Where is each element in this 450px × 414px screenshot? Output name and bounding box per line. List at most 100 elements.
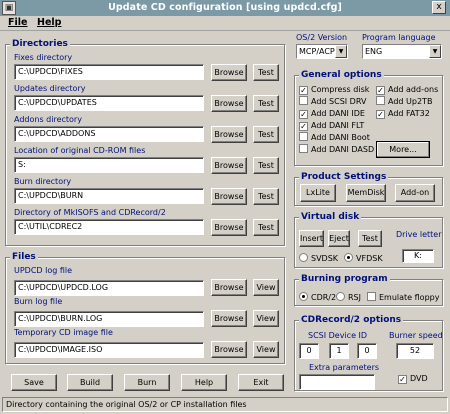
radio-dot	[299, 253, 308, 262]
checkbox-box: ✓	[376, 110, 385, 119]
eject-button[interactable]: Eject	[328, 230, 350, 247]
dir-path-field[interactable]: S:	[14, 157, 204, 173]
checkbox-label: Add FAT32	[388, 109, 430, 118]
vfdsk-label: VFDSK	[356, 254, 383, 263]
general-option-checkbox[interactable]: Add SCSI DRV	[299, 96, 366, 107]
checkbox-box	[299, 144, 308, 153]
checkbox-box	[367, 292, 376, 301]
scsi-bus-field[interactable]: 0	[299, 343, 319, 359]
cdr2-radio[interactable]: CDR/2	[299, 292, 336, 303]
file-path-field[interactable]: C:\UPDCD\IMAGE.ISO	[14, 342, 204, 358]
file-label: Burn log file	[14, 297, 63, 306]
test-button[interactable]: Test	[253, 126, 279, 143]
close-button[interactable]: x	[432, 1, 446, 14]
general-option-checkbox[interactable]: ✓ Add DANI FLT	[299, 120, 364, 131]
lxlite-button[interactable]: LxLite	[300, 184, 336, 202]
general-option-checkbox[interactable]: ✓ Add DANI IDE	[299, 108, 365, 119]
chevron-down-icon[interactable]: ▼	[429, 45, 441, 58]
checkbox-label: Compress disk	[311, 85, 370, 94]
vdisk-test-button[interactable]: Test	[358, 230, 382, 247]
scsi-target-field[interactable]: 1	[329, 343, 349, 359]
general-option-checkbox[interactable]: ✓ Add FAT32	[376, 108, 430, 119]
title-bar[interactable]: ▣ Update CD configuration [using updcd.c…	[0, 0, 450, 16]
vfdsk-radio[interactable]: VFDSK	[344, 253, 383, 264]
view-button[interactable]: View	[253, 341, 279, 358]
save-button[interactable]: Save	[11, 374, 57, 391]
os2-version-select[interactable]: MCP/ACP ▼	[296, 44, 348, 59]
checkbox-box: ✓	[299, 110, 308, 119]
general-option-checkbox[interactable]: Add DANI Boot	[299, 132, 370, 143]
dir-path-field[interactable]: C:\UPDCD\UPDATES	[14, 95, 204, 111]
dvd-checkbox[interactable]: ✓ DVD	[398, 373, 428, 384]
burner-speed-field[interactable]: 52	[396, 343, 434, 359]
exit-button[interactable]: Exit	[238, 374, 284, 391]
file-label: UPDCD log file	[14, 266, 73, 275]
dir-label: Addons directory	[14, 115, 82, 124]
checkbox-box: ✓	[299, 86, 308, 95]
browse-button[interactable]: Browse	[211, 64, 247, 81]
drive-letter-field[interactable]: K:	[402, 249, 434, 263]
os2-version-label: OS/2 Version	[296, 33, 348, 42]
directories-title: Directories	[10, 39, 70, 49]
help-button[interactable]: Help	[181, 374, 227, 391]
radio-dot	[336, 292, 345, 301]
browse-button[interactable]: Browse	[211, 126, 247, 143]
cdr2-label: CDR/2	[311, 293, 337, 302]
checkbox-box: ✓	[398, 375, 407, 384]
browse-button[interactable]: Browse	[211, 310, 247, 327]
browse-button[interactable]: Browse	[211, 157, 247, 174]
scsi-lun-field[interactable]: 0	[357, 343, 377, 359]
config-window: ▣ Update CD configuration [using updcd.c…	[0, 0, 450, 414]
test-button[interactable]: Test	[253, 64, 279, 81]
general-option-checkbox[interactable]: Add DANI DASD	[299, 144, 374, 155]
files-title: Files	[10, 252, 38, 262]
build-button[interactable]: Build	[67, 374, 113, 391]
file-path-field[interactable]: C:\UPDCD\BURN.LOG	[14, 311, 204, 327]
dir-path-field[interactable]: C:\UTIL\CDREC2	[14, 219, 204, 235]
browse-button[interactable]: Browse	[211, 188, 247, 205]
browse-button[interactable]: Browse	[211, 95, 247, 112]
more-options-button[interactable]: More...	[376, 141, 430, 158]
emulate-floppy-checkbox[interactable]: Emulate floppy	[367, 292, 439, 303]
cdrecord-options-title: CDRecord/2 options	[299, 315, 404, 325]
menu-help[interactable]: Help	[37, 17, 61, 28]
burning-program-title: Burning program	[299, 274, 390, 284]
dir-path-field[interactable]: C:\UPDCD\ADDONS	[14, 126, 204, 142]
menu-bar: File Help	[0, 16, 450, 31]
chevron-down-icon[interactable]: ▼	[335, 45, 347, 58]
browse-button[interactable]: Browse	[211, 219, 247, 236]
memdisk-button[interactable]: MemDisk	[346, 184, 386, 202]
checkbox-box: ✓	[299, 122, 308, 131]
dir-path-field[interactable]: C:\UPDCD\FIXES	[14, 64, 204, 80]
checkbox-label: Add SCSI DRV	[311, 97, 367, 106]
insert-button[interactable]: Insert	[299, 230, 324, 247]
os2-version-value: MCP/ACP	[299, 47, 335, 56]
addon-button[interactable]: Add-on	[395, 184, 435, 202]
dir-path-field[interactable]: C:\UPDCD\BURN	[14, 188, 204, 204]
menu-file[interactable]: File	[8, 17, 27, 28]
general-option-checkbox[interactable]: Add Up2TB	[376, 96, 432, 107]
browse-button[interactable]: Browse	[211, 279, 247, 296]
checkbox-label: Add DANI FLT	[311, 121, 365, 130]
test-button[interactable]: Test	[253, 219, 279, 236]
test-button[interactable]: Test	[253, 188, 279, 205]
rsj-radio[interactable]: RSJ	[336, 292, 361, 303]
checkbox-label: Add Up2TB	[388, 97, 433, 106]
window-title: Update CD configuration [using updcd.cfg…	[108, 2, 342, 13]
view-button[interactable]: View	[253, 310, 279, 327]
status-bar: Directory containing the original OS/2 o…	[2, 397, 448, 412]
extra-parameters-field[interactable]	[299, 374, 375, 390]
view-button[interactable]: View	[253, 279, 279, 296]
radio-dot	[299, 292, 308, 301]
test-button[interactable]: Test	[253, 95, 279, 112]
test-button[interactable]: Test	[253, 157, 279, 174]
general-option-checkbox[interactable]: ✓ Add add-ons	[376, 84, 438, 95]
file-path-field[interactable]: C:\UPDCD\UPDCD.LOG	[14, 280, 204, 296]
burn-button[interactable]: Burn	[124, 374, 170, 391]
svdsk-radio[interactable]: SVDSK	[299, 253, 338, 264]
svdsk-label: SVDSK	[311, 254, 339, 263]
language-select[interactable]: ENG ▼	[362, 44, 442, 59]
general-option-checkbox[interactable]: ✓ Compress disk	[299, 84, 369, 95]
checkbox-label: Add add-ons	[388, 85, 439, 94]
browse-button[interactable]: Browse	[211, 341, 247, 358]
